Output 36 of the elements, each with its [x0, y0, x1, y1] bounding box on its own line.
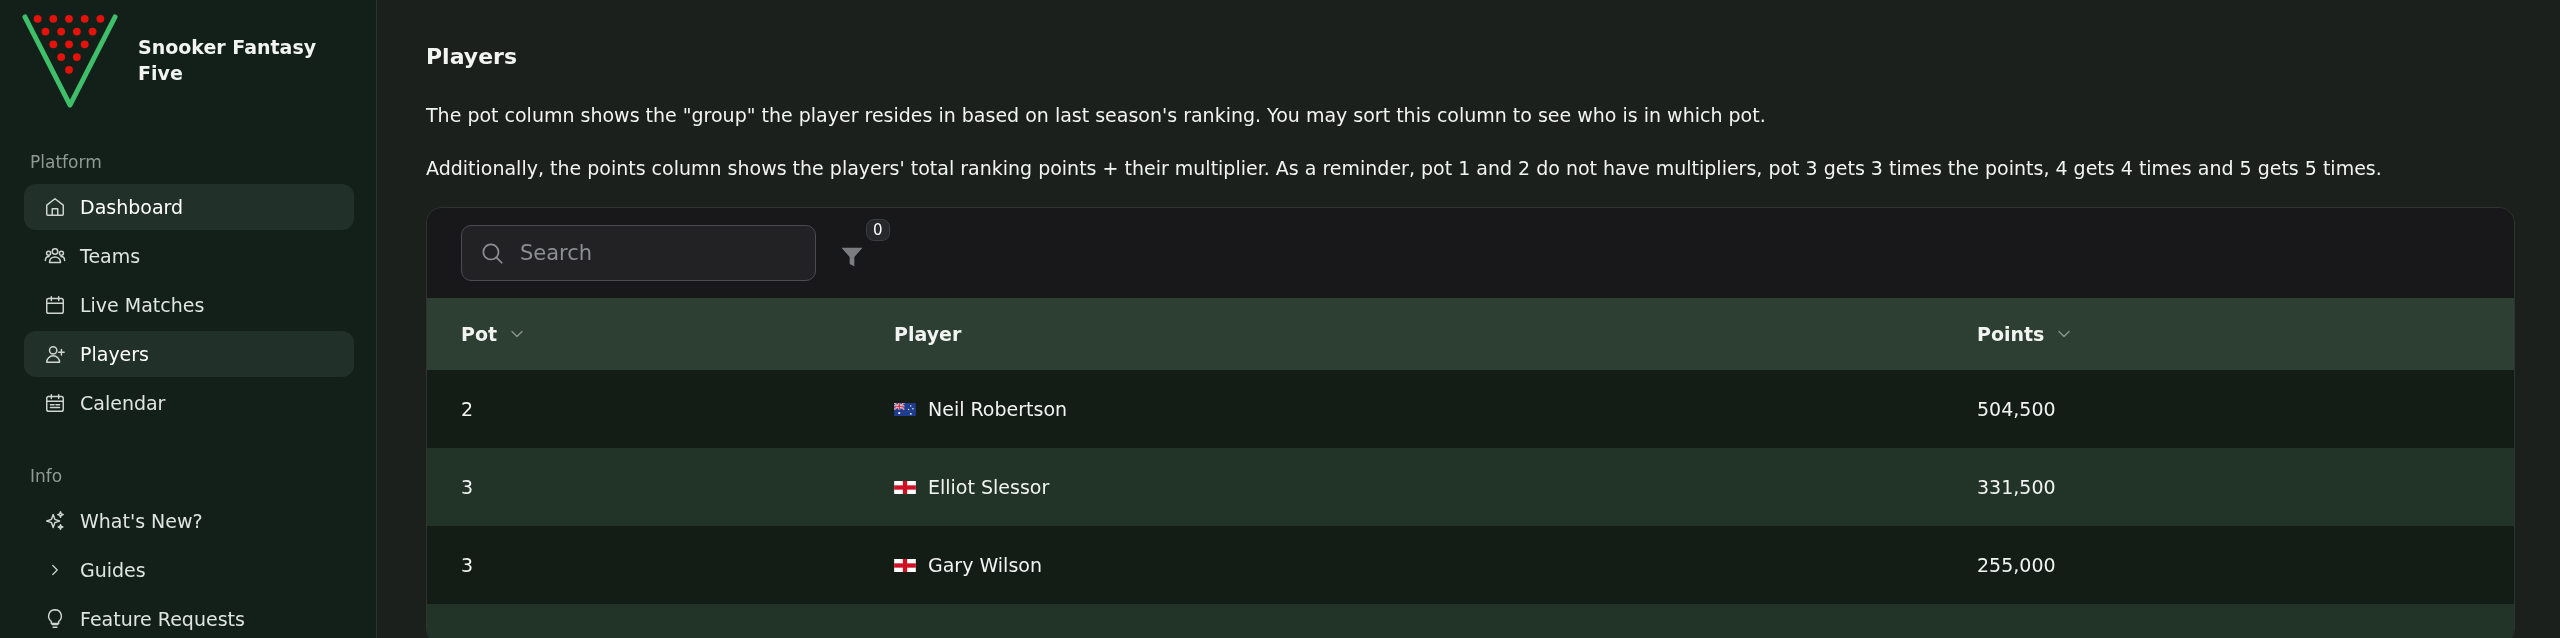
user-plus-icon: [44, 343, 66, 365]
player-name: Elliot Slessor: [928, 476, 1050, 498]
table-cell-text: 2: [460, 398, 475, 420]
player-name: Neil Robertson: [928, 398, 1068, 420]
column-header: Player: [893, 323, 963, 345]
table-cell-text: 3: [460, 476, 475, 498]
table-cell-text: 255,000: [1976, 554, 2057, 576]
nav-item[interactable]: Teams: [24, 233, 354, 279]
calendar-icon: [44, 392, 66, 414]
nav-item[interactable]: Guides: [24, 547, 354, 593]
page-title: Players: [426, 44, 519, 70]
nav-item[interactable]: Calendar: [24, 380, 354, 426]
table-cell-text: 504,500: [1976, 398, 2057, 420]
calendar-icon: [44, 294, 66, 316]
england-flag-icon: [894, 558, 916, 572]
nav-item[interactable]: What's New?: [24, 498, 354, 544]
search-field[interactable]: Search: [461, 225, 816, 281]
australia-flag-icon: [894, 402, 916, 416]
nav-item[interactable]: Players: [24, 331, 354, 377]
nav-item[interactable]: Feature Requests: [24, 596, 354, 638]
england-flag-icon: [894, 480, 916, 494]
section-label: Info: [30, 466, 64, 486]
app-name: Snooker Fantasy Five: [138, 35, 318, 86]
nav-item[interactable]: Dashboard: [24, 184, 354, 230]
section-label: Platform: [30, 152, 103, 172]
home-icon: [44, 196, 66, 218]
table-cell-text: 331,500: [1976, 476, 2057, 498]
player-name: Gary Wilson: [928, 554, 1042, 576]
sparkles-icon: [44, 510, 66, 532]
table-cell-text: 3: [460, 554, 475, 576]
nav-item[interactable]: Live Matches: [24, 282, 354, 328]
description-text: The pot column shows the "group" the player resides in based on last season's ranking. You may sort this column to see who is in which pot.: [426, 104, 1767, 126]
filter-count: 0: [866, 219, 890, 241]
column-header[interactable]: Points: [1943, 323, 2514, 345]
column-header[interactable]: Pot: [427, 323, 860, 345]
description-text: Additionally, the points column shows the players' total ranking points + their multiplier. As a reminder, pot 1 and 2 do not have multipliers, pot 3 gets 3 times the points, 4 gets 4 times and 5 gets 5 times.: [426, 157, 2383, 179]
